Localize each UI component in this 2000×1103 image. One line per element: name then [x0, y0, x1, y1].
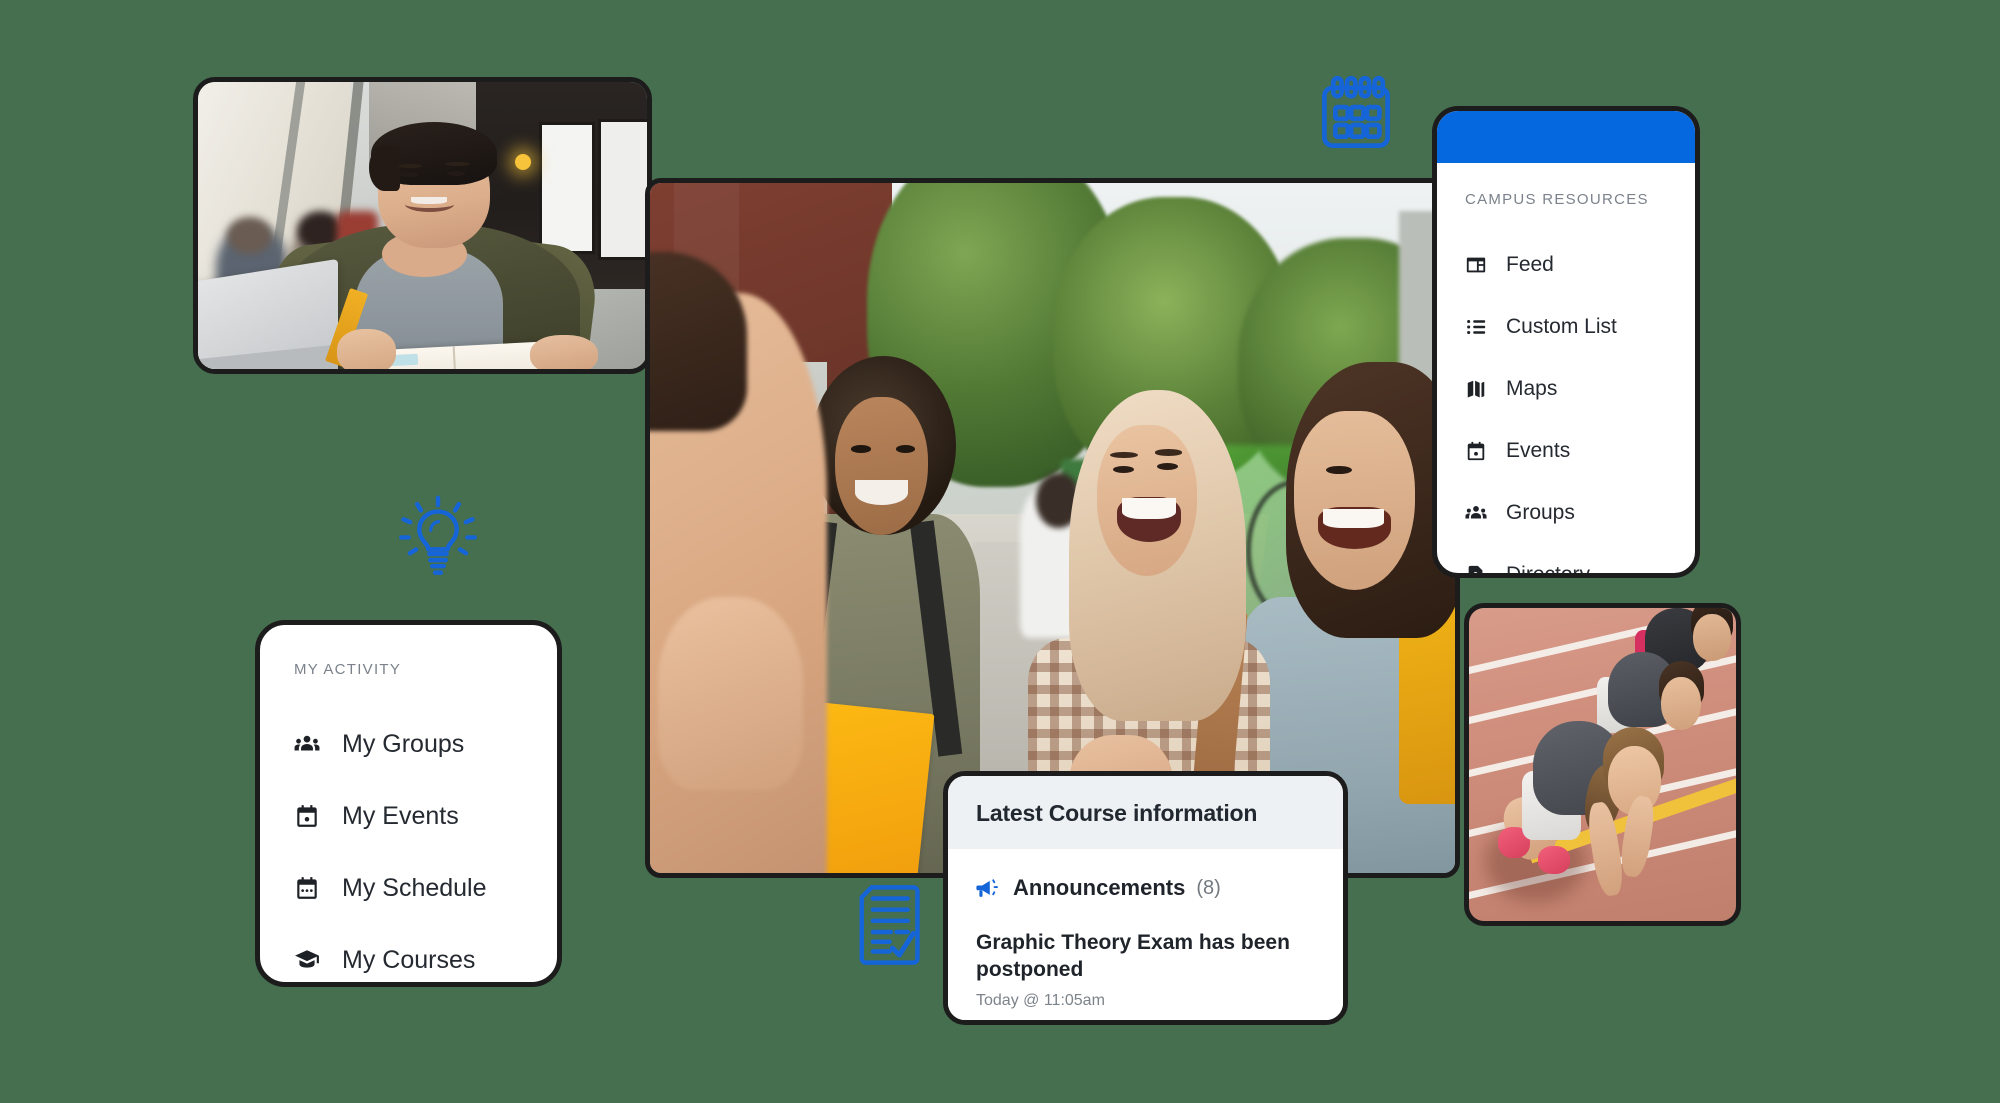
- sidebar-item-label: Groups: [1506, 501, 1575, 524]
- map-icon: [1465, 378, 1487, 400]
- document-checklist-deco-icon: [852, 880, 930, 970]
- calendar-week-icon: [294, 875, 320, 901]
- student-laptop-photo: [193, 77, 652, 374]
- activity-item-label: My Schedule: [342, 873, 487, 902]
- sidebar-item-label: Feed: [1506, 253, 1554, 276]
- lightbulb-deco-icon: [392, 490, 484, 582]
- my-activity-panel: MY ACTIVITY My Groups My Events My Sched…: [255, 620, 562, 987]
- my-activity-label: MY ACTIVITY: [294, 661, 402, 678]
- people-icon: [294, 731, 320, 757]
- announcement-row[interactable]: Graphic Theory Exam has been postponed T…: [976, 929, 1315, 1010]
- sidebar-item-maps[interactable]: Maps: [1437, 358, 1695, 420]
- panel-topbar: [1437, 111, 1695, 163]
- calendar-icon: [1465, 440, 1487, 462]
- campus-resources-label: CAMPUS RESOURCES: [1465, 191, 1649, 208]
- sidebar-item-label: Events: [1506, 439, 1571, 462]
- calendar-deco-icon: [1312, 70, 1400, 158]
- sidebar-item-custom-list[interactable]: Custom List: [1437, 296, 1695, 358]
- collage-stage: CAMPUS RESOURCES Feed Custom List Maps E…: [0, 0, 2000, 1103]
- announcements-card-header: Latest Course information: [948, 776, 1343, 849]
- campus-resources-panel: CAMPUS RESOURCES Feed Custom List Maps E…: [1432, 106, 1700, 578]
- sidebar-item-feed[interactable]: Feed: [1437, 234, 1695, 296]
- sidebar-item-label: Directory: [1506, 563, 1591, 578]
- runners-track-photo: [1464, 603, 1741, 926]
- people-icon: [1465, 502, 1487, 524]
- activity-item-my-groups[interactable]: My Groups: [260, 708, 557, 780]
- feed-icon: [1465, 254, 1487, 276]
- announcements-count: (8): [1196, 876, 1221, 899]
- activity-item-my-events[interactable]: My Events: [260, 780, 557, 852]
- megaphone-icon: [976, 877, 1002, 899]
- sidebar-item-events[interactable]: Events: [1437, 420, 1695, 482]
- announcement-timestamp: Today @ 11:05am: [976, 991, 1105, 1009]
- activity-item-label: My Groups: [342, 729, 465, 758]
- sidebar-item-directory[interactable]: Directory: [1437, 544, 1695, 578]
- announcements-group-header: Announcements (8): [976, 875, 1315, 901]
- announcements-card: Latest Course information Announcements …: [943, 771, 1348, 1025]
- activity-item-my-schedule[interactable]: My Schedule: [260, 852, 557, 924]
- sidebar-item-label: Custom List: [1506, 315, 1617, 338]
- list-icon: [1465, 316, 1487, 338]
- document-person-icon: [1465, 564, 1487, 573]
- activity-item-my-courses[interactable]: My Courses: [260, 924, 557, 982]
- sidebar-item-label: Maps: [1506, 377, 1558, 400]
- announcements-title: Announcements: [1013, 875, 1186, 900]
- sidebar-item-groups[interactable]: Groups: [1437, 482, 1695, 544]
- activity-item-label: My Events: [342, 801, 459, 830]
- activity-item-label: My Courses: [342, 945, 476, 974]
- announcement-headline: Graphic Theory Exam has been postponed: [976, 931, 1290, 982]
- graduation-cap-icon: [294, 947, 320, 973]
- calendar-icon: [294, 803, 320, 829]
